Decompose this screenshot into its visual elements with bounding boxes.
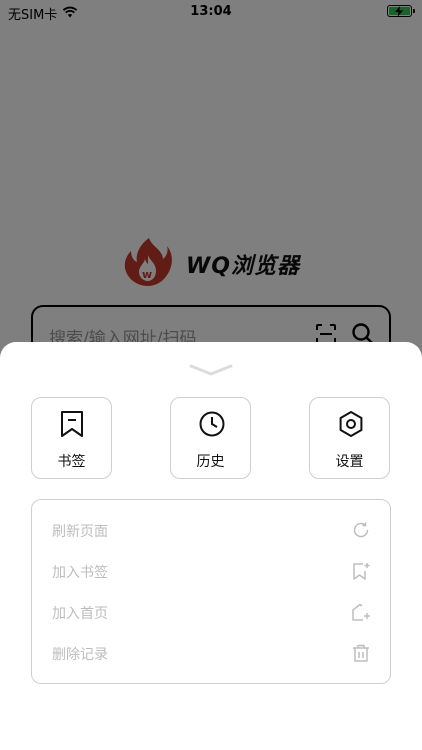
menu-item-refresh[interactable]: 刷新页面 bbox=[32, 509, 390, 550]
menu-item-label: 加入书签 bbox=[52, 565, 108, 581]
add-bookmark-icon bbox=[352, 562, 370, 584]
menu-item-label: 删除记录 bbox=[52, 647, 108, 663]
menu-item-add-home[interactable]: 加入首页 bbox=[32, 591, 390, 632]
bookmarks-button[interactable]: 书签 bbox=[31, 397, 112, 479]
settings-button[interactable]: 设置 bbox=[309, 397, 390, 479]
clock-icon bbox=[198, 410, 226, 442]
menu-bottom-sheet: 书签 历史 设置 刷新页面 加入书签 加入首页 删除记录 bbox=[0, 342, 422, 750]
settings-icon bbox=[337, 410, 365, 442]
chevron-down-icon[interactable] bbox=[189, 362, 233, 381]
settings-label: 设置 bbox=[335, 454, 364, 470]
bookmarks-label: 书签 bbox=[57, 454, 86, 470]
menu-item-add-bookmark[interactable]: 加入书签 bbox=[32, 550, 390, 591]
history-label: 历史 bbox=[196, 454, 225, 470]
history-button[interactable]: 历史 bbox=[170, 397, 251, 479]
menu-list: 刷新页面 加入书签 加入首页 删除记录 bbox=[31, 499, 391, 684]
bookmark-icon bbox=[59, 410, 85, 442]
menu-item-label: 加入首页 bbox=[52, 606, 108, 622]
menu-item-delete-history[interactable]: 删除记录 bbox=[32, 632, 390, 673]
add-home-icon bbox=[352, 603, 370, 625]
quick-actions: 书签 历史 设置 bbox=[31, 397, 391, 479]
trash-icon bbox=[352, 644, 370, 666]
refresh-icon bbox=[352, 521, 370, 543]
menu-item-label: 刷新页面 bbox=[52, 524, 108, 540]
